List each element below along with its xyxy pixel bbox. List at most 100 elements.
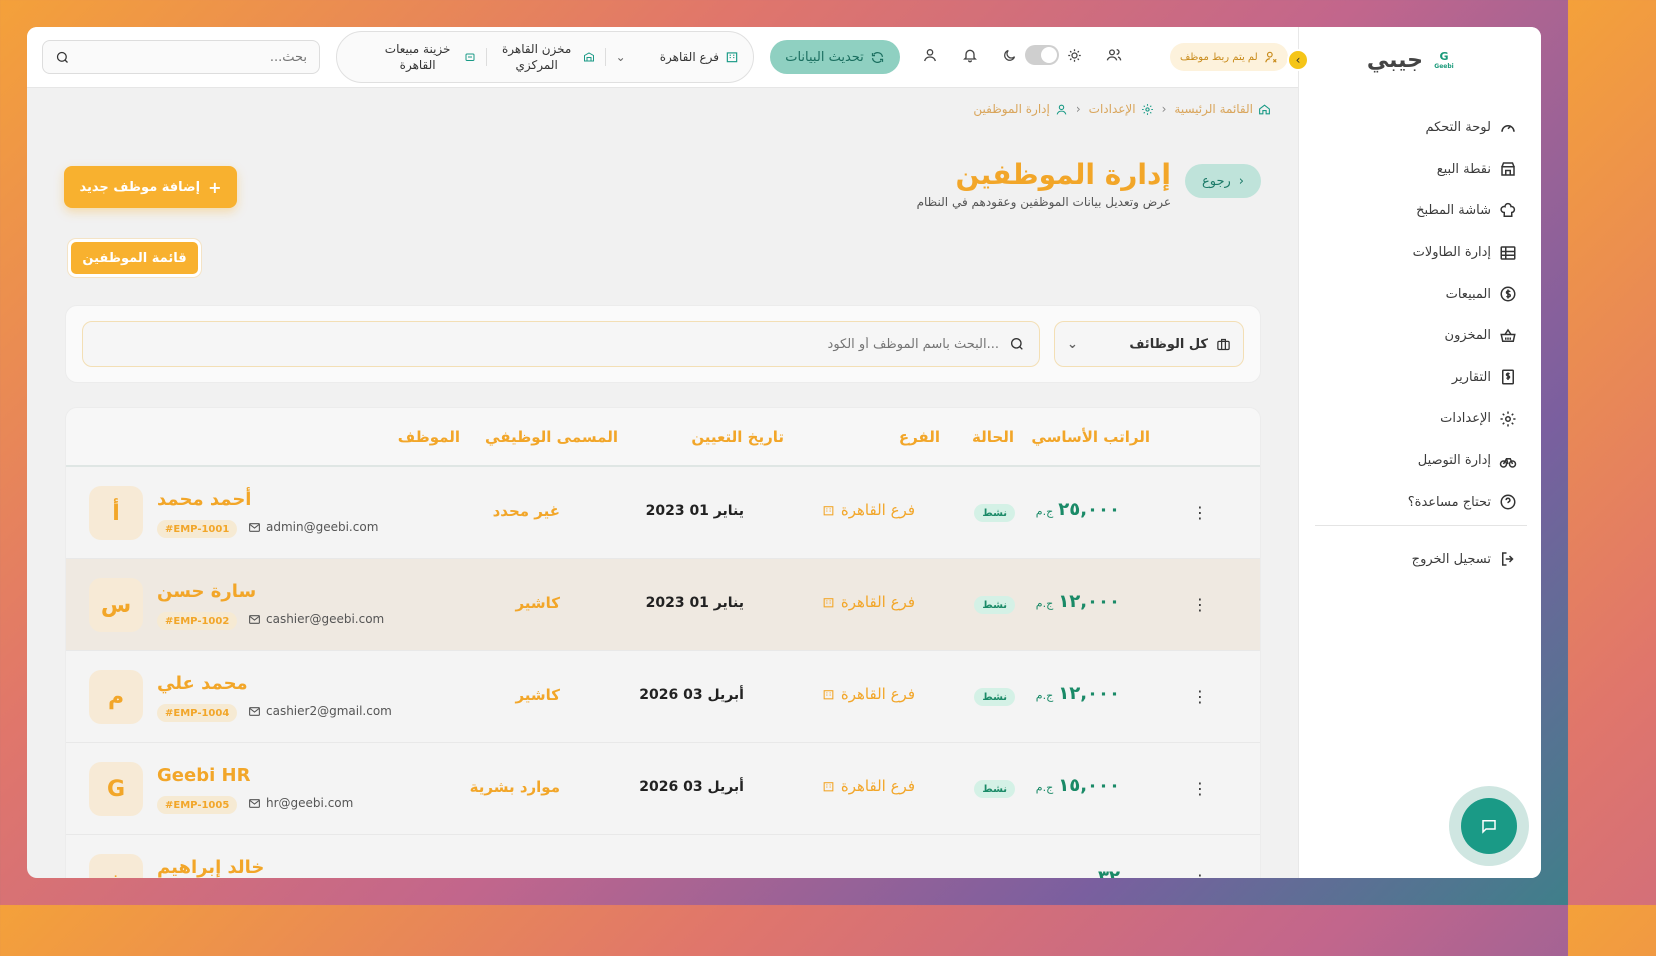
logo-mark-text: Geebi [1434, 62, 1454, 70]
refresh-data-button[interactable]: تحديث البيانات [770, 40, 900, 74]
branch-name: فرع القاهرة [840, 593, 915, 611]
chevron-left-icon: ‹ [1238, 173, 1244, 189]
bell-icon[interactable] [962, 47, 978, 63]
table-row[interactable]: خ خالد إبراهيم ٣٢ ⋮ [66, 835, 1260, 878]
employee-email-text: cashier2@gmail.com [266, 704, 392, 718]
employee-link-badge[interactable]: لم يتم ربط موظف [1170, 43, 1288, 71]
context-divider [485, 48, 487, 66]
col-job-title[interactable]: المسمى الوظيفي [485, 428, 618, 446]
status-badge: نشط [974, 780, 1015, 798]
table-header: الراتب الأساسي الحالة الفرع تاريخ التعيي… [66, 408, 1260, 467]
theme-toggle[interactable] [1025, 45, 1059, 65]
filter-bar: كل الوظائف ⌄ [65, 305, 1261, 383]
employee-name[interactable]: Geebi HR [157, 765, 250, 786]
salary-amount: ١٢,٠٠٠ [1058, 683, 1120, 704]
employee-name[interactable]: سارة حسن [157, 581, 256, 602]
job-filter-select[interactable]: كل الوظائف ⌄ [1054, 321, 1244, 367]
user-icon[interactable] [922, 47, 938, 63]
sidebar: ‹ G Geebi جيبي لوحة التحكم نقطة البيع شا… [1287, 27, 1541, 878]
store-icon [1501, 162, 1515, 177]
logout-icon [1502, 552, 1514, 566]
sidebar-item-delivery[interactable]: إدارة التوصيل [1317, 440, 1517, 482]
sidebar-item-dashboard[interactable]: لوحة التحكم [1317, 107, 1517, 149]
sidebar-item-kitchen[interactable]: شاشة المطبخ [1317, 190, 1517, 232]
moon-icon [1004, 49, 1016, 61]
topbar: فرع القاهرة ⌄ مخزن القاهرة المركزي خزينة… [27, 27, 1298, 88]
tab-employee-list[interactable]: قائمة الموظفين [68, 239, 201, 277]
sidebar-collapse-button[interactable]: ‹ [1287, 49, 1309, 71]
global-search-input[interactable] [78, 49, 307, 65]
employee-name[interactable]: خالد إبراهيم [157, 857, 264, 878]
breadcrumb-settings[interactable]: الإعدادات [1089, 102, 1154, 116]
users-icon[interactable] [1106, 47, 1122, 63]
hire-date: يناير 01 2023 [645, 595, 744, 611]
employee-code: #EMP-1001 [157, 520, 238, 538]
status-badge: نشط [974, 688, 1015, 706]
row-actions-menu-icon[interactable]: ⋮ [1192, 871, 1208, 878]
logo[interactable]: G Geebi جيبي [1367, 45, 1457, 75]
sidebar-item-label: نقطة البيع [1436, 161, 1491, 177]
table-row[interactable]: أ أحمد محمد #EMP-1001 admin@geebi.com غي… [66, 467, 1260, 559]
help-circle-icon [1500, 494, 1516, 510]
chevron-left-icon: ‹ [1075, 102, 1081, 116]
building-icon [823, 689, 834, 699]
job-title: كاشير [515, 686, 560, 704]
treasury-info[interactable]: خزينة مبيعات القاهرة [378, 41, 476, 73]
employees-table: الراتب الأساسي الحالة الفرع تاريخ التعيي… [65, 407, 1261, 878]
chat-button[interactable] [1449, 786, 1529, 866]
sidebar-item-tables[interactable]: إدارة الطاولات [1317, 232, 1517, 274]
branch-label: فرع القاهرة [659, 49, 719, 64]
employee-search-input[interactable] [97, 336, 999, 352]
row-actions-menu-icon[interactable]: ⋮ [1192, 503, 1208, 522]
job-title: موارد بشرية [469, 778, 560, 796]
employee-name[interactable]: أحمد محمد [157, 489, 251, 510]
global-search[interactable] [42, 40, 320, 74]
sidebar-item-pos[interactable]: نقطة البيع [1317, 149, 1517, 191]
col-branch[interactable]: الفرع [899, 428, 940, 446]
cash-register-icon [465, 53, 475, 61]
treasury-label: خزينة مبيعات القاهرة [384, 41, 451, 72]
row-actions-menu-icon[interactable]: ⋮ [1192, 687, 1208, 706]
warehouse-info[interactable]: مخزن القاهرة المركزي [497, 41, 595, 73]
table-row[interactable]: س سارة حسن #EMP-1002 cashier@geebi.com ك… [66, 559, 1260, 651]
breadcrumb-home[interactable]: القائمة الرئيسية [1174, 102, 1271, 116]
home-icon [1259, 103, 1270, 114]
refresh-icon [871, 51, 883, 63]
table-row[interactable]: G Geebi HR #EMP-1005 hr@geebi.com موارد … [66, 743, 1260, 835]
employee-name[interactable]: محمد علي [157, 673, 248, 694]
search-icon [56, 51, 68, 63]
sidebar-item-sales[interactable]: المبيعات [1317, 273, 1517, 315]
sidebar-item-settings[interactable]: الإعدادات [1317, 398, 1517, 440]
employee-search[interactable] [82, 321, 1040, 367]
add-employee-button[interactable]: + إضافة موظف جديد [64, 166, 237, 208]
sidebar-item-label: المخزون [1444, 328, 1491, 344]
employee-email: cashier@geebi.com [248, 612, 384, 626]
back-button[interactable]: ‹ رجوع [1185, 164, 1261, 198]
job-title: كاشير [515, 594, 560, 612]
branch-cell: فرع القاهرة [822, 501, 915, 519]
table-row[interactable]: م محمد علي #EMP-1004 cashier2@gmail.com … [66, 651, 1260, 743]
row-actions-menu-icon[interactable]: ⋮ [1192, 595, 1208, 614]
salary-amount: ٣٢ [1098, 867, 1120, 878]
branch-selector[interactable]: فرع القاهرة ⌄ [616, 49, 739, 65]
hire-date: أبريل 03 2026 [639, 779, 744, 795]
col-hire-date[interactable]: تاريخ التعيين [691, 428, 784, 446]
job-filter-value: كل الوظائف [1129, 336, 1208, 352]
table-grid-icon [1500, 245, 1516, 260]
sidebar-item-reports[interactable]: التقارير [1317, 357, 1517, 399]
row-actions-menu-icon[interactable]: ⋮ [1192, 779, 1208, 798]
status-badge: نشط [974, 596, 1015, 614]
report-dollar-icon [1502, 369, 1514, 385]
sidebar-item-inventory[interactable]: المخزون [1317, 315, 1517, 357]
col-salary[interactable]: الراتب الأساسي [1031, 428, 1150, 446]
context-selector: فرع القاهرة ⌄ مخزن القاهرة المركزي خزينة… [336, 31, 754, 83]
gauge-icon [1501, 124, 1515, 132]
col-employee[interactable]: الموظف [398, 428, 460, 446]
warehouse-icon [583, 52, 594, 62]
sidebar-item-label: الإعدادات [1440, 411, 1491, 427]
col-status[interactable]: الحالة [972, 428, 1014, 446]
chat-button-inner [1461, 798, 1517, 854]
sidebar-item-help[interactable]: تحتاج مساعدة؟ [1317, 481, 1517, 523]
mail-icon [249, 798, 260, 808]
logout-button[interactable]: تسجيل الخروج [1412, 543, 1517, 575]
